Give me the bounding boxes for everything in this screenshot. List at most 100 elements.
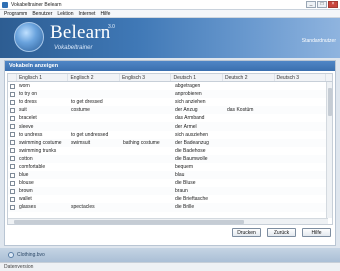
- table-row[interactable]: worn abgetragen: [8, 82, 332, 90]
- app-icon: [2, 1, 8, 8]
- row-checkbox[interactable]: [10, 124, 15, 130]
- table-row[interactable]: to dress to get dressed sich anziehen: [8, 98, 332, 106]
- table-cell: spectacles: [71, 204, 95, 211]
- row-checkbox[interactable]: [10, 148, 15, 154]
- close-button[interactable]: ×: [328, 1, 338, 8]
- help-button[interactable]: Hilfe: [302, 228, 331, 237]
- column-header[interactable]: Englisch 1: [17, 74, 69, 81]
- row-checkbox[interactable]: [10, 107, 15, 113]
- horizontal-scrollbar[interactable]: [8, 218, 328, 224]
- row-checkbox[interactable]: [10, 91, 15, 97]
- menu-internet[interactable]: Internet: [78, 11, 95, 17]
- table-cell: bathing costume: [123, 139, 160, 146]
- back-button[interactable]: Zurück: [267, 228, 296, 237]
- table-row[interactable]: to try on anprobieren: [8, 90, 332, 99]
- print-button[interactable]: Drucken: [232, 228, 261, 237]
- row-checkbox[interactable]: [10, 132, 15, 138]
- table-cell: abgetragen: [175, 83, 201, 90]
- menu-lektion[interactable]: Lektion: [57, 11, 73, 17]
- table-row[interactable]: bracelet das Armband: [8, 114, 332, 122]
- logo-orb-icon: [14, 22, 44, 52]
- column-header[interactable]: Deutsch 3: [275, 74, 327, 81]
- table-row[interactable]: wallet die Brieftasche: [8, 195, 332, 203]
- table-cell: der Ärmel: [175, 123, 197, 130]
- row-checkbox-cell: [8, 115, 17, 121]
- table-row[interactable]: blouse die Bluse: [8, 179, 332, 187]
- table-cell: swimming trunks: [19, 147, 57, 154]
- row-checkbox[interactable]: [10, 172, 15, 178]
- header-checkbox-column: [8, 74, 17, 81]
- row-checkbox[interactable]: [10, 99, 15, 105]
- table-row[interactable]: sleeve der Ärmel: [8, 122, 332, 131]
- row-checkbox-cell: [8, 132, 17, 138]
- lesson-icon: [8, 252, 14, 258]
- table-row[interactable]: swimming costume swimsuit bathing costume d…: [8, 138, 332, 147]
- table-header: Englisch 1 Englisch 2 Englisch 3 Deutsch…: [8, 74, 332, 82]
- section-title: Vokabeln anzeigen: [5, 61, 335, 71]
- column-header[interactable]: Deutsch 2: [223, 74, 275, 81]
- row-checkbox[interactable]: [10, 188, 15, 194]
- table-cell: die Brille: [175, 204, 195, 211]
- row-checkbox[interactable]: [10, 156, 15, 162]
- table-cell: comfortable: [19, 163, 46, 170]
- vocabulary-table: Englisch 1 Englisch 2 Englisch 3 Deutsch…: [7, 73, 333, 225]
- row-checkbox-cell: [8, 124, 17, 130]
- column-header[interactable]: Englisch 3: [120, 74, 172, 81]
- window-title: Vokabeltrainer Belearn: [11, 1, 62, 8]
- table-cell: anprobieren: [175, 91, 202, 98]
- maximize-button[interactable]: □: [317, 1, 327, 8]
- table-cell: brown: [19, 188, 33, 195]
- row-checkbox-cell: [8, 196, 17, 202]
- row-checkbox[interactable]: [10, 204, 15, 210]
- table-row[interactable]: swimming trunks die Badehose: [8, 147, 332, 155]
- table-cell: to get undressed: [71, 131, 109, 138]
- table-cell: das Armband: [175, 115, 205, 122]
- table-row[interactable]: comfortable bequem: [8, 163, 332, 171]
- table-cell: der Badeanzug: [175, 139, 209, 146]
- row-checkbox-cell: [8, 180, 17, 186]
- row-checkbox[interactable]: [10, 196, 15, 202]
- row-checkbox-cell: [8, 188, 17, 194]
- column-header[interactable]: Deutsch 1: [171, 74, 223, 81]
- row-checkbox[interactable]: [10, 115, 15, 121]
- row-checkbox[interactable]: [10, 83, 15, 89]
- scrollbar-thumb[interactable]: [328, 88, 332, 116]
- table-row[interactable]: suit costume der Anzug das Kostüm: [8, 106, 332, 115]
- table-row[interactable]: brown braun: [8, 187, 332, 196]
- table-cell: glasses: [19, 204, 36, 211]
- brand-subtitle: Vokabeltrainer: [54, 45, 93, 51]
- table-cell: die Badehose: [175, 147, 206, 154]
- table-cell: cotton: [19, 155, 33, 162]
- window-controls: _ □ ×: [306, 1, 338, 8]
- table-cell: sleeve: [19, 123, 34, 130]
- row-checkbox[interactable]: [10, 164, 15, 170]
- row-checkbox[interactable]: [10, 180, 15, 186]
- current-user-label: Standardnutzer: [301, 38, 336, 44]
- row-checkbox-cell: [8, 148, 17, 154]
- table-cell: costume: [71, 107, 90, 114]
- brand-version: 3.0: [108, 24, 115, 30]
- menu-benutzer[interactable]: Benutzer: [32, 11, 52, 17]
- table-cell: worn: [19, 83, 30, 90]
- table-row[interactable]: blue blau: [8, 171, 332, 180]
- table-cell: sich anziehen: [175, 99, 206, 106]
- minimize-button[interactable]: _: [306, 1, 316, 8]
- column-header[interactable]: Englisch 2: [68, 74, 120, 81]
- row-checkbox[interactable]: [10, 140, 15, 146]
- menu-hilfe[interactable]: Hilfe: [100, 11, 110, 17]
- scrollbar-thumb[interactable]: [14, 220, 244, 224]
- table-row[interactable]: glasses spectacles die Brille: [8, 203, 332, 212]
- row-checkbox-cell: [8, 107, 17, 113]
- table-cell: die Brieftasche: [175, 196, 209, 203]
- table-body: worn abgetragen to try on anprobieren to dre…: [8, 82, 332, 212]
- row-checkbox-cell: [8, 164, 17, 170]
- menu-programm[interactable]: Programm: [4, 11, 27, 17]
- table-cell: die Bluse: [175, 180, 196, 187]
- status-bar: Datenversion: [0, 262, 340, 271]
- table-cell: bracelet: [19, 115, 37, 122]
- table-cell: wallet: [19, 196, 32, 203]
- vertical-scrollbar[interactable]: [326, 82, 332, 218]
- table-cell: blouse: [19, 180, 34, 187]
- table-row[interactable]: to undress to get undressed sich ausziehen: [8, 131, 332, 139]
- table-row[interactable]: cotton die Baumwolle: [8, 154, 332, 163]
